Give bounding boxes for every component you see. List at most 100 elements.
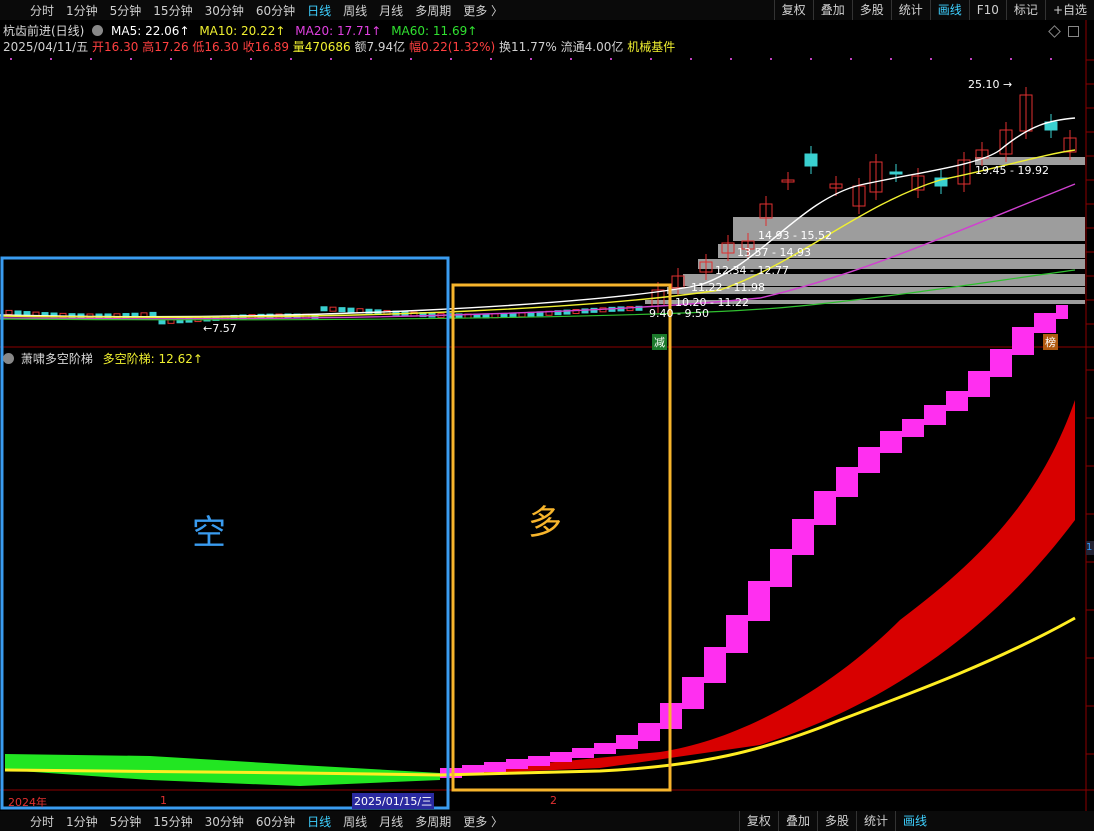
reduce-badge[interactable]: 减 [652, 334, 667, 350]
ladder-step [440, 768, 462, 778]
candle [329, 306, 337, 312]
candle-body [804, 153, 818, 167]
bottom-tab-10[interactable]: 更多 〉 [457, 813, 509, 830]
candle [5, 309, 13, 315]
bottom-tab-0[interactable]: 分时 [24, 813, 60, 830]
marker-dot [850, 58, 852, 60]
indicator-settings-icon[interactable] [3, 353, 14, 364]
ladder-step [858, 447, 880, 473]
candle [14, 310, 22, 316]
high-price-label: 25.10 → [968, 78, 1013, 91]
marker-dot [1050, 58, 1052, 60]
bottom-tab-1[interactable]: 1分钟 [60, 813, 104, 830]
marker-dot [50, 58, 52, 60]
ladder-step [594, 743, 616, 754]
ladder-step [528, 756, 550, 766]
marker-dot [10, 58, 12, 60]
marker-dot [610, 58, 612, 60]
ladder-step [572, 748, 594, 758]
marker-dot [570, 58, 572, 60]
ladder-step [550, 752, 572, 762]
ladder-step [506, 759, 528, 769]
right-edge-marker: 1 [1086, 541, 1094, 555]
ladder-step [946, 391, 968, 411]
candle [347, 307, 355, 313]
marker-dot [690, 58, 692, 60]
ladder-step [924, 405, 946, 425]
ladder-step [1012, 327, 1034, 355]
ladder-step [902, 419, 924, 437]
zone-label-1: 19.45 - 19.92 [975, 164, 1049, 177]
bottom-tab-5[interactable]: 60分钟 [250, 813, 301, 830]
arrow-left-icon: ← [203, 322, 213, 335]
marker-dot [930, 58, 932, 60]
zone-label-5: 11.22 - 11.98 [691, 281, 765, 294]
bottom-right-btn-1[interactable]: 叠加 [777, 811, 817, 831]
kline-chart[interactable] [0, 0, 1094, 811]
bottom-tab-4[interactable]: 30分钟 [199, 813, 250, 830]
marker-dot [250, 58, 252, 60]
ladder-step [814, 491, 836, 525]
arrow-right-icon: → [1003, 78, 1013, 91]
axis-month-1: 1 [160, 794, 167, 807]
bull-box-label: 多 [528, 503, 562, 543]
marker-dot [530, 58, 532, 60]
marker-dot [770, 58, 772, 60]
marker-dot [410, 58, 412, 60]
bottom-right-btn-4[interactable]: 画线 [894, 811, 934, 831]
marker-dot [890, 58, 892, 60]
ladder-step [616, 735, 638, 749]
ladder-step [1056, 305, 1068, 319]
bottom-right-btn-3[interactable]: 统计 [855, 811, 895, 831]
zone-label-2: 14.93 - 15.52 [758, 229, 832, 242]
ladder-step [748, 581, 770, 621]
marker-dot [210, 58, 212, 60]
candle [149, 311, 157, 317]
ladder-step [682, 677, 704, 709]
bottom-tab-3[interactable]: 15分钟 [147, 813, 198, 830]
bottom-tab-2[interactable]: 5分钟 [104, 813, 148, 830]
bottom-right-btn-2[interactable]: 多股 [816, 811, 856, 831]
candle [158, 319, 166, 325]
candle [338, 307, 346, 313]
bottom-toolbar-right: 复权 叠加 多股 统计 画线 [738, 811, 934, 831]
ladder-step [880, 431, 902, 453]
indicator-name[interactable]: 萧啸多空阶梯 [21, 352, 93, 366]
ladder-step [638, 723, 660, 741]
candle-body [889, 171, 903, 175]
marker-dot [370, 58, 372, 60]
axis-year: 2024年 [8, 796, 47, 809]
bottom-tab-9[interactable]: 多周期 [409, 813, 457, 830]
axis-date-marker: 2025/01/15/三 [352, 793, 435, 809]
indicator-value: 多空阶梯: 12.62↑ [102, 352, 203, 366]
bottom-tab-8[interactable]: 月线 [373, 813, 409, 830]
ladder-step [770, 549, 792, 587]
ladder-step [704, 647, 726, 683]
ladder-step [836, 467, 858, 497]
bottom-tab-7[interactable]: 周线 [337, 813, 373, 830]
indicator-title: 萧啸多空阶梯 多空阶梯: 12.62↑ [3, 350, 203, 367]
bottom-period-toolbar: 分时 1分钟 5分钟 15分钟 30分钟 60分钟 日线 周线 月线 多周期 更多 〉 复权 叠加 多股… [0, 811, 1094, 831]
bottom-right-btn-0[interactable]: 复权 [738, 811, 778, 831]
marker-dot [730, 58, 732, 60]
bear-box-label: 空 [192, 513, 226, 553]
ladder-step [792, 519, 814, 555]
marker-dot [450, 58, 452, 60]
marker-dot [490, 58, 492, 60]
ladder-step [990, 349, 1012, 377]
zone-label-7: 9.40 - 9.50 [649, 307, 709, 320]
rank-badge[interactable]: 榜 [1043, 334, 1058, 350]
low-price-label: ←7.57 [203, 322, 237, 335]
marker-dot [290, 58, 292, 60]
marker-dot [810, 58, 812, 60]
marker-dot [170, 58, 172, 60]
ladder-step [484, 762, 506, 772]
axis-month-2: 2 [550, 794, 557, 807]
marker-dot [130, 58, 132, 60]
zone-label-4: 12.34 - 12.77 [715, 264, 789, 277]
marker-dot [1010, 58, 1012, 60]
marker-dot [330, 58, 332, 60]
bottom-tab-6[interactable]: 日线 [301, 813, 337, 830]
marker-dot [970, 58, 972, 60]
zone-label-3: 13.57 - 14.93 [737, 246, 811, 259]
